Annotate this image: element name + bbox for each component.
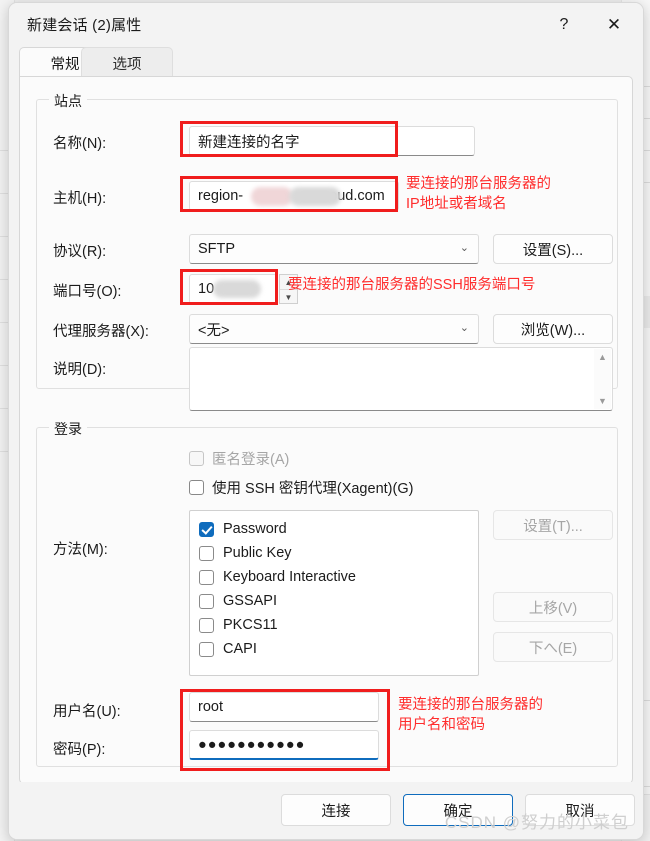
annotation-port: 要连接的那台服务器的SSH服务端口号 — [288, 277, 536, 293]
method-label: PKCS11 — [223, 617, 278, 633]
move-down-button[interactable]: 下へ(E) — [493, 632, 613, 662]
method-label: GSSAPI — [223, 593, 277, 609]
dialog-footer: 连接 确定 取消 CSDN @努力的小菜包 — [9, 782, 643, 839]
general-tab-panel: 站点 名称(N): 新建连接的名字 主机(H): region-oud.com … — [19, 76, 633, 784]
close-icon[interactable]: ✕ — [591, 9, 637, 41]
method-item-pkcs11[interactable]: PKCS11 — [190, 613, 478, 637]
chevron-down-icon: ⌄ — [459, 242, 469, 255]
method-item-password[interactable]: Password — [190, 517, 478, 541]
proxy-label: 代理服务器(X): — [53, 324, 149, 340]
username-input[interactable]: root — [189, 692, 379, 722]
protocol-settings-button[interactable]: 设置(S)... — [493, 234, 613, 264]
anonymous-login-checkbox[interactable]: 匿名登录(A) — [189, 448, 289, 469]
chevron-down-icon: ⌄ — [459, 322, 469, 335]
checkbox-box — [199, 617, 214, 633]
session-properties-dialog: 新建会话 (2)属性 ? ✕ 常规 选项 站点 名称(N): 新建连接的名字 主… — [8, 2, 644, 840]
dialog-title: 新建会话 (2)属性 — [27, 17, 142, 34]
password-label: 密码(P): — [53, 742, 106, 758]
host-redaction — [251, 187, 293, 206]
method-label: 方法(M): — [53, 542, 108, 558]
site-group-title: 站点 — [49, 91, 87, 111]
method-label: Public Key — [223, 545, 292, 561]
host-redaction-2 — [289, 187, 341, 206]
name-label: 名称(N): — [53, 136, 107, 152]
checkbox-box — [199, 641, 214, 657]
method-label: Password — [223, 521, 287, 537]
host-value-prefix: region- — [198, 188, 244, 204]
checkbox-box — [189, 451, 204, 466]
method-item-gssapi[interactable]: GSSAPI — [190, 589, 478, 613]
checkbox-box — [199, 521, 214, 537]
method-item-capi[interactable]: CAPI — [190, 637, 478, 661]
watermark: CSDN @努力的小菜包 — [444, 813, 629, 832]
annotation-credentials: 要连接的那台服务器的 用户名和密码 — [398, 697, 543, 733]
checkbox-box — [199, 545, 214, 561]
ssh-agent-checkbox[interactable]: 使用 SSH 密钥代理(Xagent)(G) — [189, 477, 413, 498]
checkbox-box — [189, 480, 204, 495]
connect-button[interactable]: 连接 — [281, 794, 391, 826]
method-settings-button[interactable]: 设置(T)... — [493, 510, 613, 540]
method-label: Keyboard Interactive — [223, 569, 356, 585]
login-group-title: 登录 — [49, 419, 87, 439]
description-scrollbar[interactable]: ▲ ▼ — [594, 349, 611, 409]
auth-method-list[interactable]: Password Public Key Keyboard Interactive… — [189, 510, 479, 676]
move-up-button[interactable]: 上移(V) — [493, 592, 613, 622]
proxy-browse-button[interactable]: 浏览(W)... — [493, 314, 613, 344]
port-label: 端口号(O): — [53, 284, 122, 300]
proxy-select[interactable]: <无> ⌄ — [189, 314, 479, 344]
protocol-value: SFTP — [198, 241, 236, 257]
checkbox-box — [199, 569, 214, 585]
method-item-public-key[interactable]: Public Key — [190, 541, 478, 565]
help-icon[interactable]: ? — [541, 9, 587, 41]
name-input[interactable]: 新建连接的名字 — [189, 126, 475, 156]
scroll-up-icon[interactable]: ▲ — [598, 352, 607, 362]
description-label: 说明(D): — [53, 362, 107, 378]
password-input[interactable]: ●●●●●●●●●●● — [189, 730, 379, 760]
host-label: 主机(H): — [53, 191, 107, 207]
checkbox-box — [199, 593, 214, 609]
tab-options[interactable]: 选项 — [81, 47, 173, 78]
protocol-label: 协议(R): — [53, 244, 107, 260]
dialog-titlebar[interactable]: 新建会话 (2)属性 ? ✕ — [9, 3, 643, 47]
annotation-host: 要连接的那台服务器的 IP地址或者域名 — [406, 176, 551, 212]
ssh-agent-label: 使用 SSH 密钥代理(Xagent)(G) — [212, 481, 414, 497]
site-group: 站点 名称(N): 新建连接的名字 主机(H): region-oud.com … — [36, 91, 618, 411]
description-textarea[interactable]: ▲ ▼ — [189, 347, 613, 411]
proxy-value: <无> — [198, 322, 230, 339]
protocol-select[interactable]: SFTP ⌄ — [189, 234, 479, 264]
method-item-keyboard-interactive[interactable]: Keyboard Interactive — [190, 565, 478, 589]
scroll-down-icon[interactable]: ▼ — [598, 396, 607, 406]
port-redaction — [213, 280, 261, 298]
method-label: CAPI — [223, 641, 257, 657]
username-label: 用户名(U): — [53, 704, 121, 720]
anonymous-login-label: 匿名登录(A) — [212, 452, 290, 468]
